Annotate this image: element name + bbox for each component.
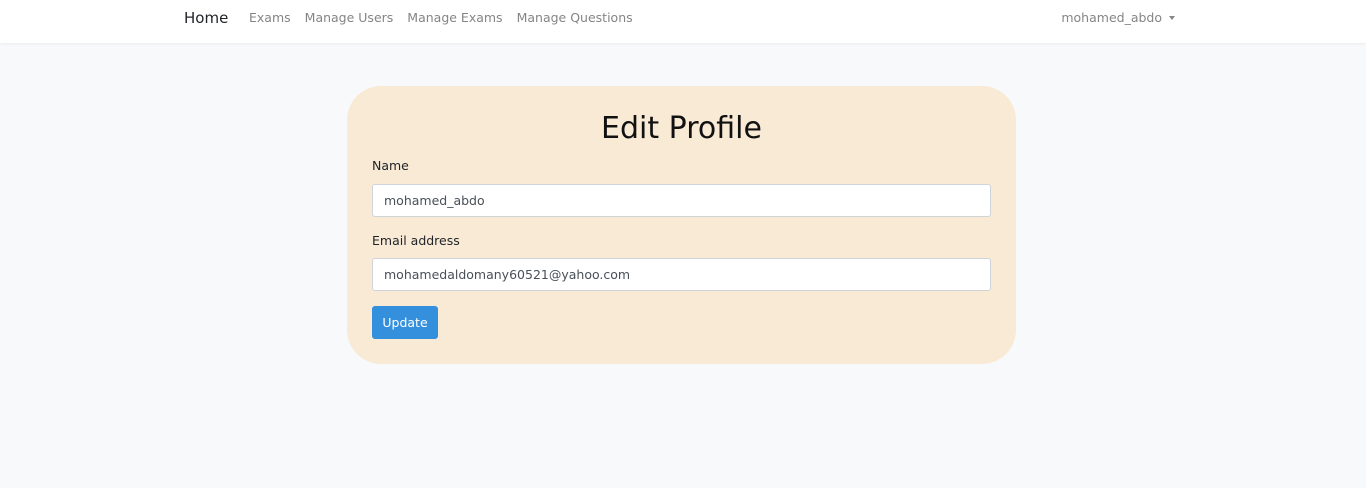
update-button[interactable]: Update: [372, 306, 438, 339]
name-label: Name: [372, 158, 409, 173]
caret-down-icon: [1169, 16, 1175, 20]
email-field[interactable]: [372, 258, 991, 291]
nav-links: Exams Manage Users Manage Exams Manage Q…: [249, 10, 647, 26]
nav-link-manage-exams[interactable]: Manage Exams: [407, 10, 502, 26]
name-field[interactable]: [372, 184, 991, 217]
nav-link-exams[interactable]: Exams: [249, 10, 291, 26]
user-name: mohamed_abdo: [1061, 10, 1162, 25]
home-link[interactable]: Home: [184, 8, 228, 28]
user-dropdown[interactable]: mohamed_abdo: [1061, 10, 1175, 26]
top-navbar: Home Exams Manage Users Manage Exams Man…: [0, 0, 1366, 43]
page-title: Edit Profile: [601, 111, 762, 146]
email-label: Email address: [372, 233, 460, 248]
nav-link-manage-users[interactable]: Manage Users: [305, 10, 394, 26]
nav-link-manage-questions[interactable]: Manage Questions: [517, 10, 633, 26]
